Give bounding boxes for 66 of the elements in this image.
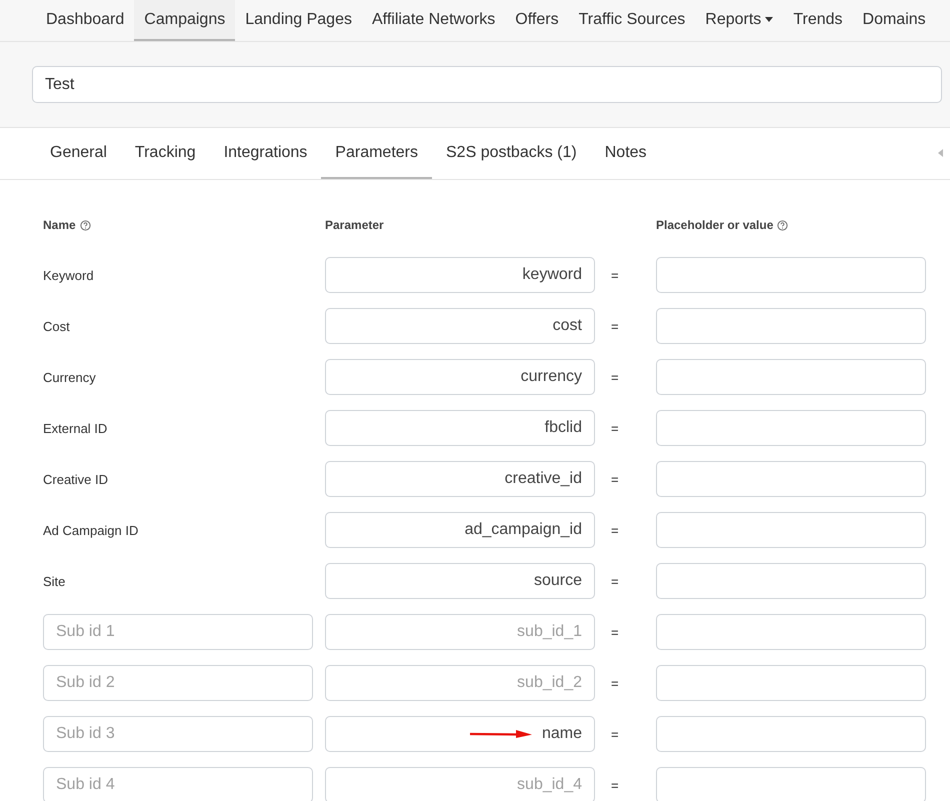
nav-item[interactable]: Trends: [783, 0, 853, 41]
tab[interactable]: Integrations: [210, 128, 322, 179]
tab[interactable]: S2S postbacks (1): [432, 128, 591, 179]
value-field[interactable]: [656, 257, 926, 293]
parameter-name: Creative ID: [43, 472, 110, 486]
parameter-field[interactable]: source: [325, 563, 595, 599]
label-field[interactable]: Sub id 4: [43, 767, 313, 801]
parameter-name: External ID: [43, 420, 108, 436]
parameter-field[interactable]: sub_id_1: [325, 614, 595, 650]
value-field[interactable]: [656, 563, 926, 599]
parameter-field[interactable]: currency: [325, 359, 595, 395]
tab[interactable]: Tracking: [120, 128, 210, 179]
equals-sign: =: [610, 676, 619, 690]
column-header: Name: [43, 218, 76, 232]
equals-sign: =: [610, 574, 619, 588]
value-field[interactable]: [656, 308, 926, 344]
column-header: Parameter: [325, 218, 384, 232]
parameter-field[interactable]: creative_id: [325, 461, 595, 497]
parameter-name: Currency: [43, 370, 97, 384]
value-field[interactable]: [656, 716, 926, 752]
tab[interactable]: Parameters: [321, 128, 432, 179]
equals-sign: =: [610, 370, 619, 384]
tab[interactable]: Notes: [590, 128, 661, 179]
tab[interactable]: General: [36, 128, 121, 179]
parameter-field[interactable]: sub_id_2: [325, 665, 595, 701]
value-field[interactable]: [656, 410, 926, 446]
nav-item[interactable]: Offers: [505, 0, 569, 41]
parameter-name: Ad Campaign ID: [43, 522, 140, 538]
nav-item[interactable]: Dashboard: [36, 0, 134, 41]
parameter-field[interactable]: name: [325, 716, 595, 752]
label-field[interactable]: Sub id 1: [43, 614, 313, 650]
label-field[interactable]: Sub id 2: [43, 665, 313, 701]
help-icon[interactable]: [777, 220, 788, 230]
equals-sign: =: [610, 472, 619, 486]
nav-item[interactable]: Reports: [695, 0, 784, 41]
campaign-name-field[interactable]: Test: [32, 66, 942, 103]
scroll-left-icon[interactable]: [938, 149, 943, 157]
value-field[interactable]: [656, 461, 926, 497]
equals-sign: =: [610, 726, 619, 742]
nav-item[interactable]: Campaigns: [134, 0, 236, 41]
equals-sign: =: [610, 778, 619, 792]
equals-sign: =: [610, 522, 619, 538]
help-icon[interactable]: [80, 220, 91, 230]
parameter-field[interactable]: keyword: [325, 257, 595, 293]
value-field[interactable]: [656, 767, 926, 801]
parameter-field[interactable]: ad_campaign_id: [325, 512, 595, 548]
equals-sign: =: [610, 318, 619, 334]
value-field[interactable]: [656, 359, 926, 395]
value-field[interactable]: [656, 665, 926, 701]
label-field[interactable]: Sub id 3: [43, 716, 313, 752]
nav-item[interactable]: Affiliate Networks: [362, 0, 506, 41]
parameter-field[interactable]: fbclid: [325, 410, 595, 446]
parameter-field[interactable]: sub_id_4: [325, 767, 595, 801]
parameter-name: Site: [43, 574, 66, 588]
nav-item[interactable]: Traffic Sources: [568, 0, 696, 41]
parameter-name: Keyword: [43, 268, 95, 282]
equals-sign: =: [610, 420, 619, 436]
parameter-name: Cost: [43, 318, 71, 334]
parameter-field[interactable]: cost: [325, 308, 595, 344]
equals-sign: =: [610, 268, 619, 282]
column-header: Placeholder or value: [656, 218, 774, 232]
nav-item[interactable]: Landing Pages: [235, 0, 362, 41]
value-field[interactable]: [656, 512, 926, 548]
equals-sign: =: [610, 624, 619, 640]
nav-item[interactable]: Domains: [852, 0, 936, 41]
value-field[interactable]: [656, 614, 926, 650]
